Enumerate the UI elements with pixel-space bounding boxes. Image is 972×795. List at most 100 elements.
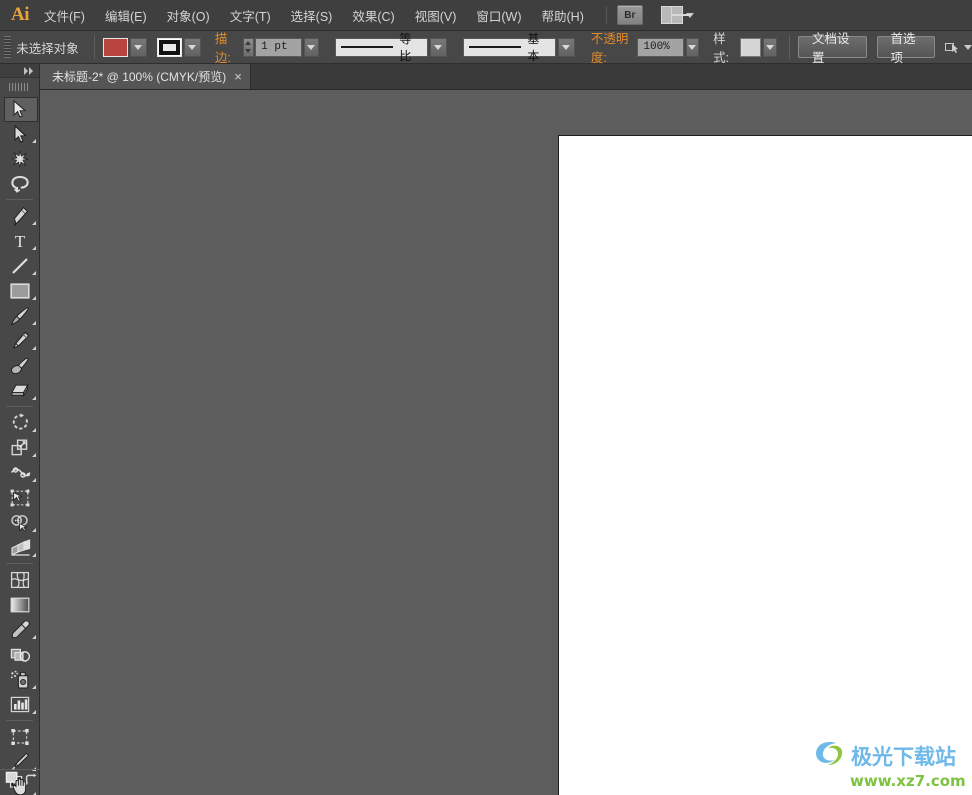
free-transform-tool[interactable] — [0, 485, 40, 510]
fill-control[interactable] — [102, 37, 147, 57]
menu-window[interactable]: 窗口(W) — [467, 1, 530, 30]
menu-select[interactable]: 选择(S) — [282, 1, 342, 30]
toolbox-divider — [6, 199, 33, 200]
rectangle-tool[interactable] — [0, 278, 40, 303]
chevron-down-icon — [188, 44, 197, 50]
gradient-tool[interactable] — [0, 592, 40, 617]
opacity-label[interactable]: 不透明度: — [590, 28, 633, 67]
eyedropper-tool[interactable] — [0, 617, 40, 642]
toolbox-divider — [6, 406, 33, 407]
menu-file[interactable]: 文件(F) — [35, 1, 94, 30]
stroke-profile-select[interactable]: 等比 — [334, 32, 428, 63]
stroke-weight-input[interactable]: 1 pt — [255, 37, 302, 57]
width-tool[interactable] — [0, 460, 40, 485]
menu-bar: Ai 文件(F) 编辑(E) 对象(O) 文字(T) 选择(S) 效果(C) 视… — [0, 0, 972, 31]
document-setup-button[interactable]: 文档设置 — [797, 32, 867, 65]
toolbox-panel: T — [0, 64, 40, 795]
opacity-control[interactable]: 不透明度: 100% — [590, 28, 700, 67]
divider — [94, 35, 95, 59]
stroke-dropdown-button[interactable] — [183, 37, 201, 57]
menu-edit[interactable]: 编辑(E) — [96, 1, 156, 30]
chevron-down-icon — [688, 44, 697, 50]
chevron-down-icon — [134, 44, 143, 50]
opacity-dropdown-button[interactable] — [685, 37, 700, 57]
perspective-grid-tool[interactable] — [0, 535, 40, 560]
app-logo: Ai — [11, 4, 30, 25]
stroke-profile-value: 等比 — [399, 32, 412, 63]
chevron-down-icon — [766, 44, 775, 50]
double-chevron-right-icon — [24, 66, 33, 75]
style-control[interactable]: 样式: — [713, 28, 778, 66]
symbol-sprayer-tool[interactable] — [0, 667, 40, 692]
rotate-tool[interactable] — [0, 410, 40, 435]
menu-view[interactable]: 视图(V) — [406, 1, 466, 30]
menu-type[interactable]: 文字(T) — [221, 1, 280, 30]
illustrator-window: Ai 文件(F) 编辑(E) 对象(O) 文字(T) 选择(S) 效果(C) 视… — [0, 0, 972, 795]
preferences-button[interactable]: 首选项 — [876, 32, 935, 65]
fill-color-swatch[interactable] — [102, 37, 128, 57]
bridge-button[interactable]: Br — [616, 5, 643, 25]
magic-wand-tool[interactable] — [0, 146, 40, 171]
toolbox-divider — [6, 563, 33, 564]
fill-dropdown-button[interactable] — [129, 37, 147, 57]
document-tab-bar: 未标题-2* @ 100% (CMYK/预览) × — [40, 64, 972, 90]
lasso-tool[interactable] — [0, 171, 40, 196]
control-panel-grip[interactable] — [4, 36, 12, 58]
align-icon — [944, 41, 960, 54]
brush-definition-select[interactable]: 基本 — [462, 32, 556, 63]
blob-brush-tool[interactable] — [0, 353, 40, 378]
stepper-up-icon[interactable] — [245, 40, 252, 45]
toolbox-collapse-button[interactable] — [0, 64, 39, 78]
chevron-down-icon — [307, 44, 316, 50]
style-label: 样式: — [713, 32, 730, 65]
control-panel: 未选择对象 描边: 1 pt 等比 基本 不透明度: 100% 样式: 文档设置… — [0, 28, 972, 67]
opacity-input[interactable]: 100% — [637, 37, 684, 57]
brush-definition-value: 基本 — [527, 32, 540, 63]
type-tool[interactable]: T — [0, 228, 40, 253]
paintbrush-tool[interactable] — [0, 303, 40, 328]
stroke-color-swatch[interactable] — [156, 37, 182, 57]
stroke-weight-label[interactable]: 描边: — [214, 28, 240, 67]
arrange-documents-button[interactable] — [660, 6, 694, 24]
graphic-style-swatch[interactable] — [740, 37, 761, 57]
arrange-documents-icon — [660, 6, 691, 24]
pen-tool[interactable] — [0, 203, 40, 228]
stroke-control[interactable] — [156, 37, 201, 57]
stroke-profile-dropdown-button[interactable] — [429, 37, 447, 57]
menu-effect[interactable]: 效果(C) — [343, 1, 403, 30]
brush-definition-control[interactable]: 基本 — [462, 32, 575, 63]
document-tab-title: 未标题-2* @ 100% (CMYK/预览) — [52, 70, 227, 84]
eraser-tool[interactable] — [0, 378, 40, 403]
mesh-tool[interactable] — [0, 567, 40, 592]
blend-tool[interactable] — [0, 642, 40, 667]
stroke-weight-stepper[interactable] — [242, 37, 255, 57]
chevron-down-icon — [963, 44, 972, 50]
selection-tool[interactable] — [0, 96, 40, 122]
toolbox-grip[interactable] — [9, 80, 30, 93]
brush-definition-dropdown-button[interactable] — [557, 37, 575, 57]
shape-builder-tool[interactable] — [0, 510, 40, 535]
selection-status: 未选择对象 — [16, 41, 79, 56]
scale-tool[interactable] — [0, 435, 40, 460]
chevron-down-icon — [562, 44, 571, 50]
stroke-weight-dropdown-button[interactable] — [303, 37, 319, 57]
stroke-weight-control[interactable]: 描边: 1 pt — [214, 28, 319, 67]
close-icon[interactable]: × — [234, 70, 242, 83]
stepper-down-icon[interactable] — [245, 49, 252, 54]
line-segment-tool[interactable] — [0, 253, 40, 278]
style-dropdown-button[interactable] — [762, 37, 778, 57]
column-graph-tool[interactable] — [0, 692, 40, 717]
artboard[interactable] — [558, 135, 972, 795]
align-panel-menu-button[interactable] — [944, 41, 972, 54]
stroke-profile-control[interactable]: 等比 — [334, 32, 447, 63]
menu-divider — [605, 6, 607, 24]
document-tab[interactable]: 未标题-2* @ 100% (CMYK/预览) × — [40, 64, 251, 89]
canvas-area[interactable] — [40, 90, 972, 795]
divider — [789, 35, 790, 59]
artboard-tool[interactable] — [0, 724, 40, 749]
pencil-tool[interactable] — [0, 328, 40, 353]
direct-selection-tool[interactable] — [0, 121, 40, 146]
toolbox-divider — [6, 720, 33, 721]
menu-object[interactable]: 对象(O) — [158, 1, 219, 30]
menu-help[interactable]: 帮助(H) — [533, 1, 593, 30]
